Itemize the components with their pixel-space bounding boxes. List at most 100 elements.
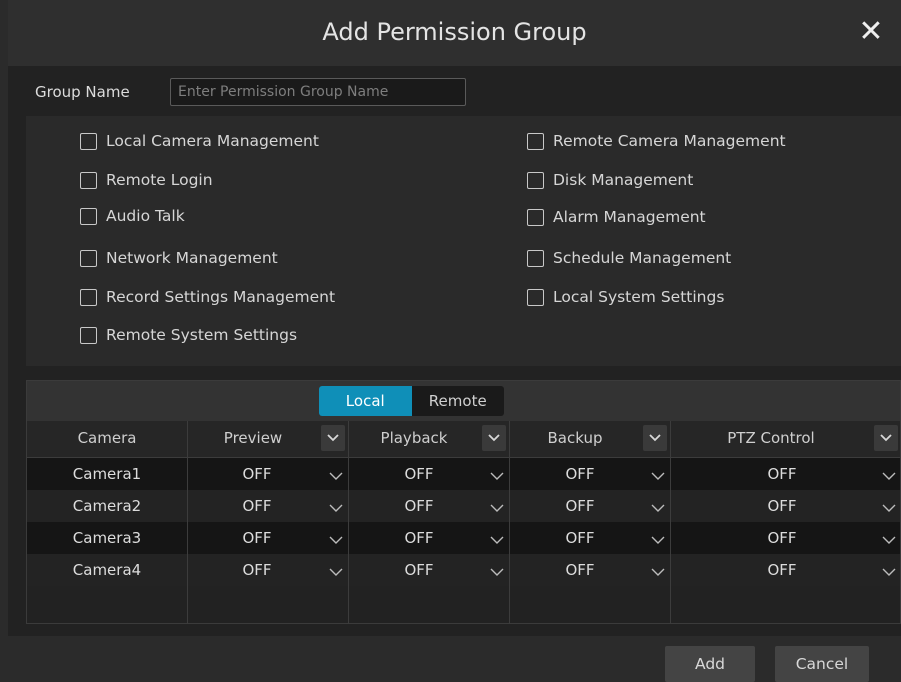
add-button[interactable]: Add (665, 646, 755, 682)
permission-network-management[interactable]: Network Management (80, 249, 278, 267)
permission-audio-talk[interactable]: Audio Talk (80, 207, 185, 225)
backup-select[interactable]: OFF (550, 529, 610, 547)
ptz-column-dropdown[interactable] (874, 425, 898, 451)
column-divider (509, 421, 510, 624)
permission-label: Remote Camera Management (553, 132, 786, 150)
permission-remote-system-settings[interactable]: Remote System Settings (80, 326, 297, 344)
checkbox[interactable] (80, 207, 97, 225)
chevron-down-icon[interactable] (329, 471, 343, 481)
chevron-down-icon[interactable] (651, 567, 665, 577)
chevron-down-icon (649, 434, 661, 442)
camera-name-cell: Camera2 (72, 497, 142, 515)
tab-local[interactable]: Local (319, 386, 412, 416)
permission-checkbox-panel: Local Camera Management Remote Login Aud… (26, 116, 901, 366)
preview-select[interactable]: OFF (227, 497, 287, 515)
playback-select[interactable]: OFF (389, 529, 449, 547)
checkbox[interactable] (527, 288, 544, 306)
preview-select[interactable]: OFF (227, 465, 287, 483)
chevron-down-icon (327, 434, 339, 442)
checkbox[interactable] (80, 326, 97, 344)
permission-alarm-management[interactable]: Alarm Management (527, 208, 706, 226)
chevron-down-icon[interactable] (329, 503, 343, 513)
permission-label: Audio Talk (106, 207, 185, 225)
close-icon[interactable]: ✕ (855, 16, 887, 48)
camera-permission-table: Local Remote Camera Preview Playback Bac… (26, 380, 901, 624)
permission-remote-login[interactable]: Remote Login (80, 171, 213, 189)
checkbox[interactable] (527, 171, 544, 189)
dialog-title: Add Permission Group (322, 18, 587, 46)
camera-name-cell: Camera1 (72, 465, 142, 483)
ptz-select[interactable]: OFF (752, 465, 812, 483)
column-header-preview: Preview (223, 429, 283, 447)
permission-label: Record Settings Management (106, 288, 336, 306)
playback-select[interactable]: OFF (389, 497, 449, 515)
checkbox[interactable] (527, 132, 544, 150)
ptz-select[interactable]: OFF (752, 529, 812, 547)
dialog-titlebar: Add Permission Group ✕ (8, 0, 901, 66)
chevron-down-icon[interactable] (651, 471, 665, 481)
camera-name-cell: Camera3 (72, 529, 142, 547)
checkbox[interactable] (527, 208, 544, 226)
permission-label: Schedule Management (553, 249, 732, 267)
dialog-footer (8, 636, 901, 682)
checkbox[interactable] (80, 249, 97, 267)
column-divider (348, 421, 349, 624)
column-divider (187, 421, 188, 624)
column-header-backup: Backup (547, 429, 603, 447)
column-header-camera: Camera (77, 429, 137, 447)
permission-record-settings-management[interactable]: Record Settings Management (80, 288, 335, 306)
tab-strip: Local Remote (27, 381, 900, 421)
backup-select[interactable]: OFF (550, 465, 610, 483)
chevron-down-icon[interactable] (490, 471, 504, 481)
column-header-playback: Playback (380, 429, 448, 447)
permission-label: Disk Management (553, 171, 694, 189)
permission-label: Local System Settings (553, 288, 725, 306)
backup-select[interactable]: OFF (550, 561, 610, 579)
playback-select[interactable]: OFF (389, 465, 449, 483)
permission-local-camera-management[interactable]: Local Camera Management (80, 132, 319, 150)
column-divider (670, 421, 671, 624)
permission-schedule-management[interactable]: Schedule Management (527, 249, 731, 267)
playback-select[interactable]: OFF (389, 561, 449, 579)
local-remote-tabs: Local Remote (319, 386, 504, 416)
permission-local-system-settings[interactable]: Local System Settings (527, 288, 724, 306)
group-name-input[interactable] (170, 78, 466, 106)
checkbox[interactable] (80, 132, 97, 150)
chevron-down-icon[interactable] (651, 503, 665, 513)
column-header-ptz-control: PTZ Control (727, 429, 815, 447)
checkbox[interactable] (527, 249, 544, 267)
permission-label: Remote Login (106, 171, 213, 189)
chevron-down-icon[interactable] (329, 567, 343, 577)
backup-select[interactable]: OFF (550, 497, 610, 515)
checkbox[interactable] (80, 171, 97, 189)
permission-label: Remote System Settings (106, 326, 298, 344)
permission-remote-camera-management[interactable]: Remote Camera Management (527, 132, 786, 150)
chevron-down-icon[interactable] (882, 567, 896, 577)
permission-label: Alarm Management (553, 208, 706, 226)
chevron-down-icon[interactable] (882, 503, 896, 513)
permission-disk-management[interactable]: Disk Management (527, 171, 693, 189)
group-name-label: Group Name (35, 83, 130, 101)
playback-column-dropdown[interactable] (482, 425, 506, 451)
cancel-button[interactable]: Cancel (775, 646, 869, 682)
preview-select[interactable]: OFF (227, 561, 287, 579)
permission-label: Network Management (106, 249, 278, 267)
chevron-down-icon[interactable] (651, 535, 665, 545)
chevron-down-icon[interactable] (882, 471, 896, 481)
chevron-down-icon[interactable] (490, 503, 504, 513)
permission-label: Local Camera Management (106, 132, 319, 150)
chevron-down-icon[interactable] (329, 535, 343, 545)
camera-name-cell: Camera4 (72, 561, 142, 579)
chevron-down-icon[interactable] (882, 535, 896, 545)
chevron-down-icon[interactable] (490, 535, 504, 545)
chevron-down-icon[interactable] (490, 567, 504, 577)
tab-remote[interactable]: Remote (412, 386, 505, 416)
chevron-down-icon (488, 434, 500, 442)
preview-column-dropdown[interactable] (321, 425, 345, 451)
chevron-down-icon (880, 434, 892, 442)
ptz-select[interactable]: OFF (752, 497, 812, 515)
preview-select[interactable]: OFF (227, 529, 287, 547)
backup-column-dropdown[interactable] (643, 425, 667, 451)
ptz-select[interactable]: OFF (752, 561, 812, 579)
checkbox[interactable] (80, 288, 97, 306)
